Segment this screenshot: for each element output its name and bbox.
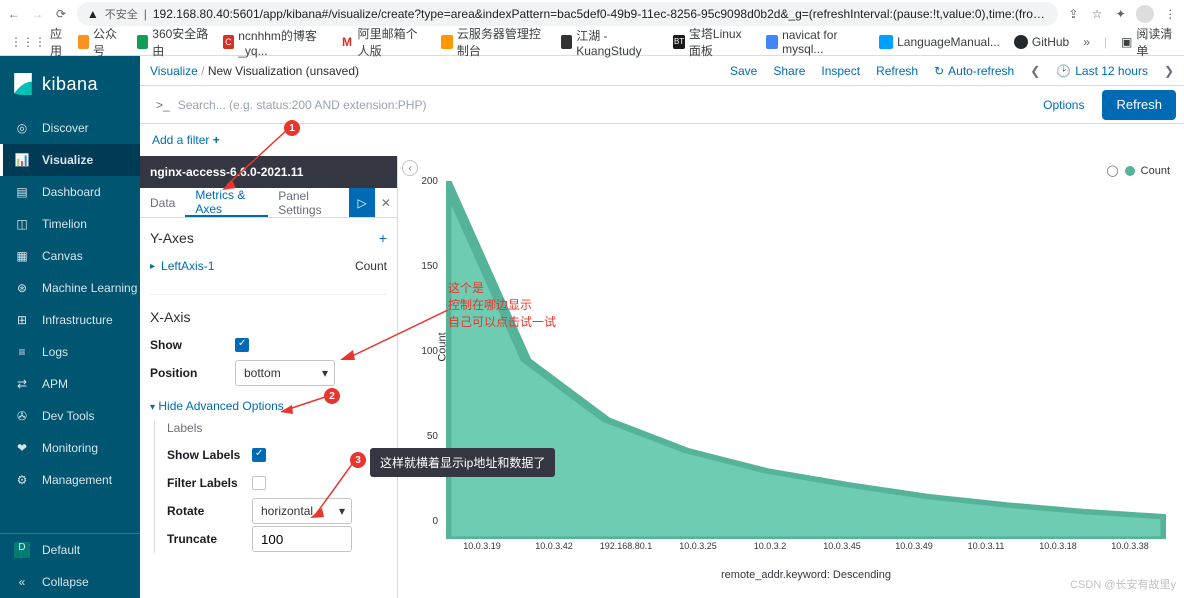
- hide-advanced-link[interactable]: Hide Advanced Options: [158, 399, 283, 413]
- nav-apm[interactable]: ⇄APM: [0, 368, 140, 400]
- labels-title: Labels: [167, 421, 387, 435]
- add-yaxis-icon[interactable]: +: [379, 230, 387, 246]
- action-share[interactable]: Share: [773, 64, 805, 78]
- bm-8[interactable]: LanguageManual...: [879, 35, 1000, 49]
- back-icon[interactable]: ←: [6, 5, 22, 23]
- bm-0[interactable]: 公众号: [78, 25, 123, 59]
- ann-badge-2: 2: [324, 388, 340, 404]
- legend-label[interactable]: Count: [1141, 165, 1170, 177]
- avatar-icon[interactable]: [1136, 5, 1154, 23]
- reading-list[interactable]: ▣ 阅读清单: [1121, 25, 1174, 59]
- query-options[interactable]: Options: [1035, 98, 1092, 112]
- bm-5[interactable]: 江湖 - KuangStudy: [561, 27, 660, 58]
- show-checkbox[interactable]: [235, 338, 249, 352]
- nav-infra[interactable]: ⊞Infrastructure: [0, 304, 140, 336]
- nav-discover[interactable]: ◎Discover: [0, 112, 140, 144]
- legend-toggle-icon[interactable]: ◯: [1106, 164, 1118, 177]
- breadcrumb-root[interactable]: Visualize: [150, 64, 198, 78]
- filter-labels-label: Filter Labels: [167, 476, 252, 490]
- legend-swatch: [1125, 166, 1135, 176]
- side-nav: kibana ◎Discover 📊Visualize ▤Dashboard ◫…: [0, 56, 140, 598]
- time-range[interactable]: 🕑 Last 12 hours: [1056, 64, 1148, 78]
- insecure-icon: ▲: [87, 7, 99, 21]
- reload-icon[interactable]: ⟳: [53, 5, 69, 23]
- watermark: CSDN @长安有故里y: [1070, 576, 1176, 592]
- share-icon[interactable]: ⇪: [1066, 5, 1082, 23]
- yaxes-title: Y-Axes: [150, 230, 194, 246]
- url-bar[interactable]: ▲ 不安全 | 192.168.80.40:5601/app/kibana#/v…: [77, 2, 1058, 26]
- ann-badge-1: 1: [284, 120, 300, 136]
- tab-panel-settings[interactable]: Panel Settings: [268, 188, 349, 217]
- menu-icon[interactable]: ⋮: [1162, 5, 1178, 23]
- forward-icon[interactable]: →: [30, 5, 46, 23]
- expand-icon[interactable]: ▸: [150, 261, 155, 272]
- nav-management[interactable]: ⚙Management: [0, 464, 140, 496]
- bm-9[interactable]: GitHub: [1014, 35, 1069, 49]
- action-auto-refresh[interactable]: ↻ Auto-refresh: [934, 64, 1014, 78]
- show-label: Show: [150, 338, 235, 352]
- nav-dashboard[interactable]: ▤Dashboard: [0, 176, 140, 208]
- apply-button[interactable]: ▷: [349, 188, 374, 217]
- tab-data[interactable]: Data: [140, 188, 185, 217]
- top-bar: Visualize / New Visualization (unsaved) …: [140, 56, 1184, 86]
- browser-chrome: ← → ⟳ ▲ 不安全 | 192.168.80.40:5601/app/kib…: [0, 0, 1184, 56]
- url-text: 192.168.80.40:5601/app/kibana#/visualize…: [153, 7, 1048, 21]
- bm-1[interactable]: 360安全路由: [137, 25, 209, 59]
- position-label: Position: [150, 366, 235, 380]
- nav-canvas[interactable]: ▦Canvas: [0, 240, 140, 272]
- nav-devtools[interactable]: ✇Dev Tools: [0, 400, 140, 432]
- nav-ml[interactable]: ⊛Machine Learning: [0, 272, 140, 304]
- nav-default[interactable]: DDefault: [0, 534, 140, 566]
- nav-collapse[interactable]: «Collapse: [0, 566, 140, 598]
- nav-logs[interactable]: ≡Logs: [0, 336, 140, 368]
- rotate-select[interactable]: horizontal: [252, 498, 352, 524]
- ann-tooltip: 这样就横着显示ip地址和数据了: [370, 448, 555, 477]
- bm-3[interactable]: M阿里邮箱个人版: [342, 25, 427, 59]
- xaxis-title: X-Axis: [150, 309, 190, 325]
- visualization-panel: ‹ ◯ Count Count 200 150 100 50 0 10.0: [398, 156, 1184, 598]
- index-pattern-label: nginx-access-6.6.0-2021.11: [140, 156, 397, 188]
- brand-logo[interactable]: kibana: [0, 56, 140, 112]
- truncate-label: Truncate: [167, 532, 252, 546]
- bm-6[interactable]: BT宝塔Linux面板: [673, 25, 752, 59]
- nav-visualize[interactable]: 📊Visualize: [0, 144, 140, 176]
- bm-4[interactable]: 云服务器管理控制台: [441, 25, 546, 59]
- yaxis-item[interactable]: LeftAxis-1: [161, 259, 214, 273]
- discard-button[interactable]: ✕: [375, 196, 397, 210]
- action-save[interactable]: Save: [730, 64, 757, 78]
- rotate-label: Rotate: [167, 504, 252, 518]
- bm-2[interactable]: Cncnhhm的博客_yq...: [223, 27, 328, 58]
- apps-grid[interactable]: ⋮⋮⋮应用: [10, 25, 64, 59]
- time-prev-icon[interactable]: ❮: [1030, 64, 1040, 78]
- position-select[interactable]: bottom: [235, 360, 335, 386]
- truncate-input[interactable]: [252, 526, 352, 552]
- x-axis-label: remote_addr.keyword: Descending: [442, 569, 1170, 581]
- show-labels-checkbox[interactable]: [252, 448, 266, 462]
- yaxis-agg: Count: [355, 259, 387, 273]
- action-refresh[interactable]: Refresh: [876, 64, 918, 78]
- nav-monitoring[interactable]: ❤Monitoring: [0, 432, 140, 464]
- insecure-label: 不安全: [105, 6, 138, 22]
- show-labels-label: Show Labels: [167, 448, 252, 462]
- breadcrumb-current: New Visualization (unsaved): [208, 64, 359, 78]
- time-next-icon[interactable]: ❯: [1164, 64, 1174, 78]
- more-bookmarks[interactable]: »: [1083, 35, 1090, 49]
- ext-icon[interactable]: ✦: [1113, 5, 1129, 23]
- collapse-editor-icon[interactable]: ‹: [402, 160, 418, 176]
- ann-text: 这个是 控制在哪边显示 自己可以点击试一试: [448, 280, 556, 330]
- bm-7[interactable]: navicat for mysql...: [766, 28, 865, 56]
- filter-labels-checkbox[interactable]: [252, 476, 266, 490]
- add-filter-link[interactable]: Add a filter +: [152, 133, 220, 147]
- refresh-button[interactable]: Refresh: [1102, 90, 1176, 120]
- ann-badge-3: 3: [350, 452, 366, 468]
- tab-metrics-axes[interactable]: Metrics & Axes: [185, 188, 268, 217]
- star-icon[interactable]: ☆: [1089, 5, 1105, 23]
- nav-timelion[interactable]: ◫Timelion: [0, 208, 140, 240]
- action-inspect[interactable]: Inspect: [821, 64, 860, 78]
- query-bar[interactable]: >_ Search... (e.g. status:200 AND extens…: [148, 91, 1025, 119]
